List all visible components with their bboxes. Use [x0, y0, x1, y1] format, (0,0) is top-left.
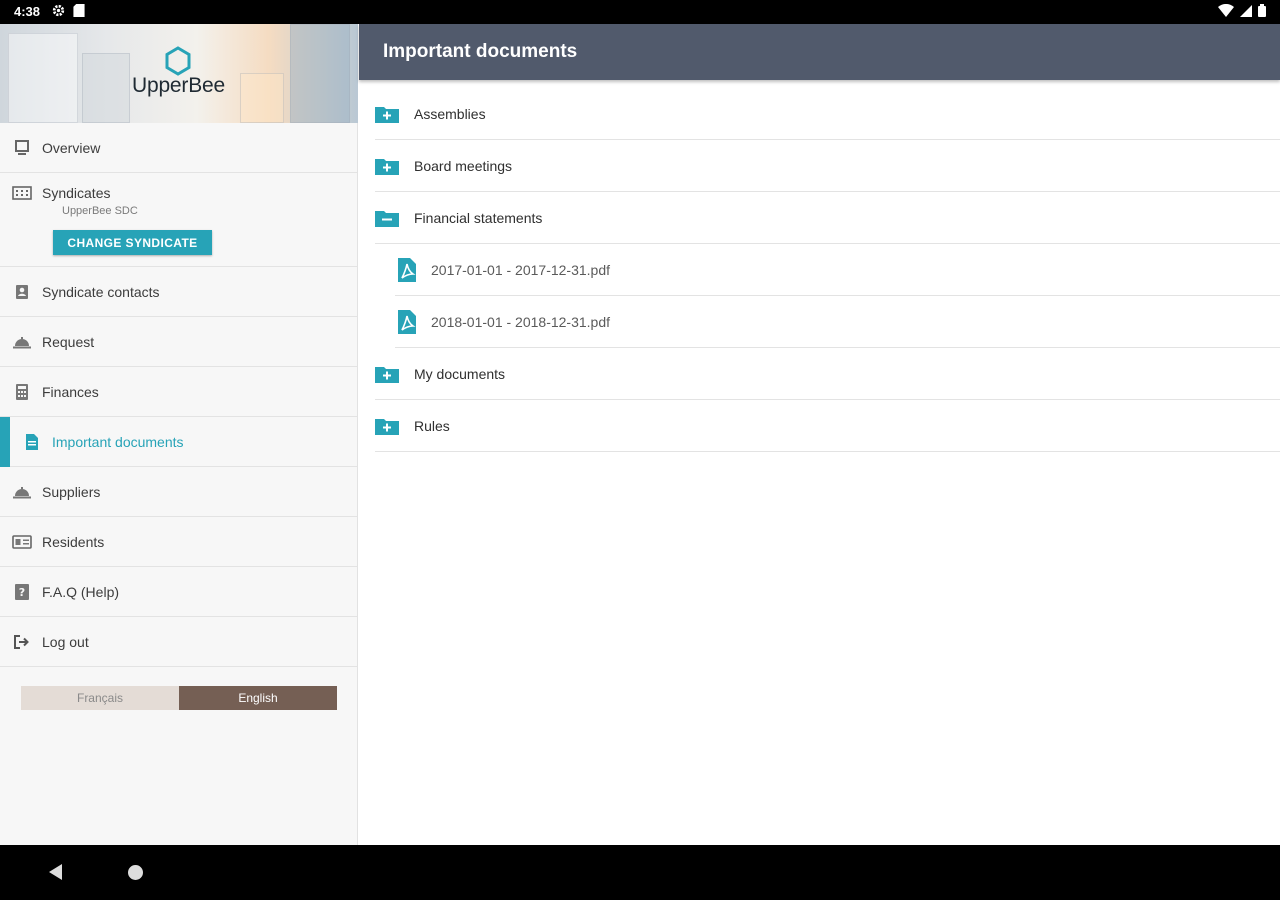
folder-row-assemblies[interactable]: Assemblies — [375, 88, 1280, 140]
top-app-bar: Important documents — [359, 24, 1280, 80]
pdf-file-icon — [395, 257, 419, 282]
sidebar: UpperBee Overview Syndicates UpperBee SD… — [0, 24, 358, 845]
service-bell-icon — [12, 332, 32, 352]
sidebar-item-label: Overview — [42, 139, 101, 156]
sd-card-icon — [73, 4, 85, 20]
sidebar-item-label: Log out — [42, 633, 89, 650]
file-row-pdf-2018[interactable]: 2018-01-01 - 2018-12-31.pdf — [395, 296, 1280, 348]
folder-row-rules[interactable]: Rules — [375, 400, 1280, 452]
building-icon — [12, 183, 32, 203]
logo-text: UpperBee — [132, 74, 225, 97]
folder-label: My documents — [414, 365, 506, 382]
sidebar-item-important-documents[interactable]: Important documents — [0, 417, 357, 467]
document-icon — [22, 432, 42, 452]
folder-row-financial-statements[interactable]: Financial statements — [375, 192, 1280, 244]
id-card-icon — [12, 532, 32, 552]
folder-plus-icon — [375, 104, 399, 124]
folder-row-my-documents[interactable]: My documents — [375, 348, 1280, 400]
folder-plus-icon — [375, 364, 399, 384]
page-title: Important documents — [383, 41, 578, 62]
status-time: 4:38 — [14, 4, 41, 19]
sidebar-header-banner: UpperBee — [0, 24, 358, 123]
sidebar-item-request[interactable]: Request — [0, 317, 357, 367]
battery-icon — [1258, 4, 1266, 20]
sidebar-item-label: Important documents — [52, 433, 184, 450]
settings-icon — [52, 4, 65, 20]
sidebar-item-label: Suppliers — [42, 483, 101, 500]
file-row-pdf-2017[interactable]: 2017-01-01 - 2017-12-31.pdf — [395, 244, 1280, 296]
change-syndicate-button[interactable]: CHANGE SYNDICATE — [53, 230, 212, 255]
folder-label: Board meetings — [414, 157, 513, 174]
document-list: Assemblies Board meetings Financial stat… — [375, 88, 1280, 452]
service-bell-icon — [12, 482, 32, 502]
sidebar-item-overview[interactable]: Overview — [0, 123, 357, 173]
wifi-icon — [1218, 3, 1234, 20]
sidebar-item-faq[interactable]: ? F.A.Q (Help) — [0, 567, 357, 617]
folder-minus-icon — [375, 208, 399, 228]
sidebar-item-label: Syndicates — [42, 185, 111, 201]
language-french-button[interactable]: Français — [21, 686, 179, 710]
system-navigation-bar — [0, 845, 1280, 900]
signal-icon — [1240, 4, 1252, 20]
pdf-file-icon — [395, 309, 419, 334]
main-content: Important documents Assemblies Board mee… — [359, 24, 1280, 845]
sidebar-item-label: Residents — [42, 533, 105, 550]
folder-label: Rules — [414, 417, 450, 434]
help-icon: ? — [12, 582, 32, 602]
status-bar: 4:38 — [0, 0, 1280, 24]
sidebar-item-label: Syndicate contacts — [42, 283, 160, 300]
sidebar-item-syndicates: Syndicates UpperBee SDC CHANGE SYNDICATE — [0, 173, 357, 267]
current-syndicate-name: UpperBee SDC — [62, 205, 138, 217]
folder-label: Assemblies — [414, 105, 486, 122]
sidebar-item-logout[interactable]: Log out — [0, 617, 357, 667]
file-label: 2018-01-01 - 2018-12-31.pdf — [431, 313, 611, 330]
sidebar-item-finances[interactable]: Finances — [0, 367, 357, 417]
folder-label: Financial statements — [414, 209, 543, 226]
sidebar-item-label: Finances — [42, 383, 99, 400]
app-logo: UpperBee — [132, 46, 225, 98]
sidebar-item-suppliers[interactable]: Suppliers — [0, 467, 357, 517]
calculator-icon — [12, 382, 32, 402]
sidebar-item-syndicate-contacts[interactable]: Syndicate contacts — [0, 267, 357, 317]
svg-text:?: ? — [19, 586, 25, 599]
language-english-button[interactable]: English — [179, 686, 337, 710]
language-toggle: Français English — [21, 686, 337, 710]
contact-book-icon — [12, 282, 32, 302]
app-window: UpperBee Overview Syndicates UpperBee SD… — [0, 24, 1280, 845]
file-label: 2017-01-01 - 2017-12-31.pdf — [431, 261, 611, 278]
folder-plus-icon — [375, 416, 399, 436]
monitor-icon — [12, 138, 32, 158]
folder-row-board-meetings[interactable]: Board meetings — [375, 140, 1280, 192]
logout-icon — [12, 632, 32, 652]
sidebar-item-label: F.A.Q (Help) — [42, 583, 120, 600]
back-icon[interactable] — [48, 864, 64, 885]
home-icon[interactable] — [128, 865, 143, 880]
folder-plus-icon — [375, 156, 399, 176]
sidebar-item-label: Request — [42, 333, 95, 350]
sidebar-item-residents[interactable]: Residents — [0, 517, 357, 567]
hexagon-logo-icon — [165, 46, 191, 76]
sidebar-nav: Overview Syndicates UpperBee SDC CHANGE … — [0, 123, 357, 667]
